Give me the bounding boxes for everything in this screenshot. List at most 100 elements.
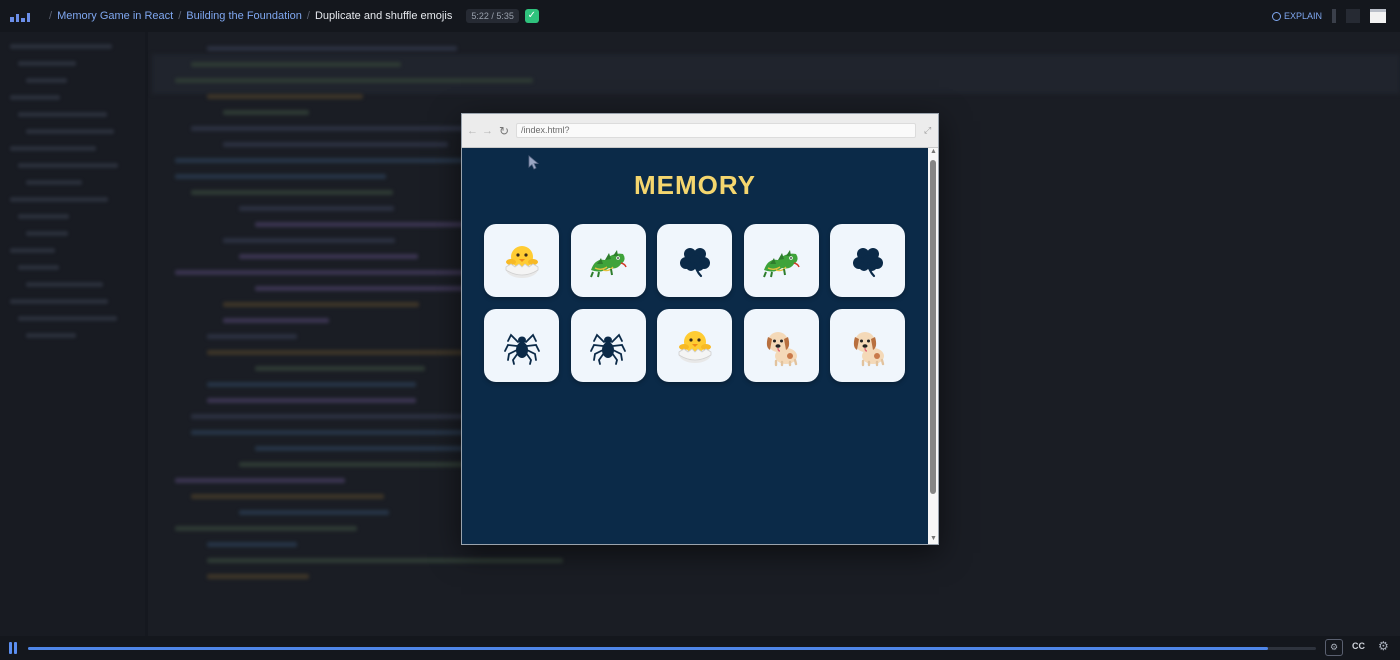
blurred-code-line	[207, 382, 416, 387]
blurred-code-line	[191, 494, 384, 499]
blurred-code-line	[239, 510, 389, 515]
blurred-code-line	[223, 302, 419, 307]
reload-icon[interactable]: ↻	[498, 124, 510, 138]
shamrock-icon	[675, 241, 715, 281]
dragon-icon	[587, 240, 629, 282]
blurred-sidebar-line	[26, 180, 82, 185]
editor-highlight	[152, 54, 1400, 94]
blurred-code-line	[207, 334, 297, 339]
browser-preview-window: ← → ↻ /index.html? ⤢ MEMORY ▲ ▼	[461, 113, 939, 545]
blurred-code-line	[175, 478, 345, 483]
scroll-thumb[interactable]	[930, 160, 936, 494]
layout-browser-icon[interactable]	[1370, 9, 1386, 23]
game-title: MEMORY	[633, 170, 757, 200]
blurred-sidebar-line	[10, 197, 108, 202]
blurred-code-line	[223, 142, 448, 147]
blurred-code-line	[223, 110, 309, 115]
hatching-chick-icon	[674, 325, 716, 367]
card[interactable]	[830, 309, 905, 382]
blurred-sidebar-line	[10, 146, 96, 151]
explain-label: EXPLAIN	[1283, 11, 1322, 21]
blurred-sidebar-line	[26, 231, 68, 236]
blurred-sidebar-line	[26, 78, 67, 83]
spider-icon	[502, 326, 542, 366]
blurred-code-line	[255, 366, 425, 371]
blurred-code-line	[239, 254, 418, 259]
blurred-code-line	[191, 62, 401, 67]
blurred-code-line	[223, 238, 395, 243]
scrimba-logo-icon[interactable]	[10, 10, 30, 22]
progress-fill	[28, 647, 1269, 650]
blurred-code-line	[223, 318, 329, 323]
card[interactable]	[830, 224, 905, 297]
blurred-sidebar-line	[18, 214, 69, 219]
speed-icon[interactable]: ⚙	[1325, 639, 1343, 656]
blurred-code-line	[191, 126, 479, 131]
game-viewport: MEMORY	[462, 148, 928, 544]
blurred-code-line	[175, 526, 357, 531]
scroll-up-icon[interactable]: ▲	[930, 148, 937, 155]
card[interactable]	[657, 224, 732, 297]
expand-icon[interactable]: ⤢	[924, 125, 931, 136]
pause-icon[interactable]	[9, 642, 19, 654]
back-icon[interactable]: ←	[467, 125, 478, 137]
top-bar: / Memory Game in React / Building the Fo…	[0, 0, 1400, 32]
blurred-code-line	[175, 78, 533, 83]
blurred-sidebar-line	[18, 163, 118, 168]
card[interactable]	[570, 309, 646, 382]
blurred-sidebar-line	[18, 61, 76, 66]
blurred-code-line	[239, 206, 394, 211]
player-bar: ⚙ CC ⚙	[0, 636, 1400, 660]
forward-icon[interactable]: →	[482, 125, 493, 137]
settings-gear-icon[interactable]: ⚙	[1378, 639, 1389, 653]
card[interactable]	[743, 224, 819, 297]
url-bar[interactable]: /index.html?	[516, 123, 916, 138]
blurred-sidebar-line	[10, 299, 108, 304]
breadcrumb: / Memory Game in React / Building the Fo…	[49, 10, 453, 22]
spider-icon	[588, 326, 628, 366]
layout-split-icon[interactable]	[1346, 9, 1360, 23]
blurred-sidebar-line	[18, 112, 107, 117]
blurred-code-line	[255, 286, 475, 291]
blurred-sidebar-line	[26, 282, 103, 287]
dragon-icon	[760, 240, 802, 282]
captions-button[interactable]: CC	[1352, 641, 1365, 651]
blurred-code-line	[175, 174, 386, 179]
explain-icon	[1271, 11, 1281, 21]
blurred-sidebar-line	[18, 265, 59, 270]
blurred-code-line	[191, 414, 503, 419]
blurred-sidebar-line	[10, 44, 112, 49]
breadcrumb-module[interactable]: Building the Foundation	[186, 10, 302, 22]
blurred-code-line	[207, 574, 309, 579]
blurred-code-line	[207, 398, 416, 403]
card[interactable]	[484, 224, 559, 297]
blurred-code-line	[207, 558, 563, 563]
layout-toggle[interactable]	[1332, 9, 1336, 23]
blurred-code-line	[207, 542, 297, 547]
browser-toolbar: ← → ↻ /index.html? ⤢	[462, 114, 938, 148]
hatching-chick-icon	[501, 240, 543, 282]
blurred-sidebar-line	[10, 95, 60, 100]
blurred-code-line	[207, 94, 363, 99]
shamrock-icon	[848, 241, 888, 281]
blurred-sidebar-line	[18, 316, 117, 321]
dog-icon	[760, 325, 802, 367]
lesson-duration: 5:22 / 5:35	[466, 9, 519, 23]
blurred-sidebar-line	[26, 129, 114, 134]
card[interactable]	[570, 224, 646, 297]
breadcrumb-course[interactable]: Memory Game in React	[57, 10, 173, 22]
card[interactable]	[657, 309, 732, 382]
explain-button[interactable]: EXPLAIN	[1271, 11, 1322, 21]
browser-scrollbar[interactable]: ▲ ▼	[928, 148, 938, 544]
completed-check-icon: ✓	[524, 9, 539, 23]
blurred-sidebar-line	[10, 248, 55, 253]
mouse-cursor-icon	[528, 155, 539, 170]
progress-bar[interactable]	[28, 647, 1316, 650]
card[interactable]	[484, 309, 559, 382]
blurred-code-line	[207, 350, 498, 355]
blurred-code-line	[191, 190, 393, 195]
blurred-code-line	[255, 222, 466, 227]
dog-icon	[847, 325, 889, 367]
scroll-down-icon[interactable]: ▼	[930, 535, 937, 542]
card[interactable]	[743, 309, 819, 382]
